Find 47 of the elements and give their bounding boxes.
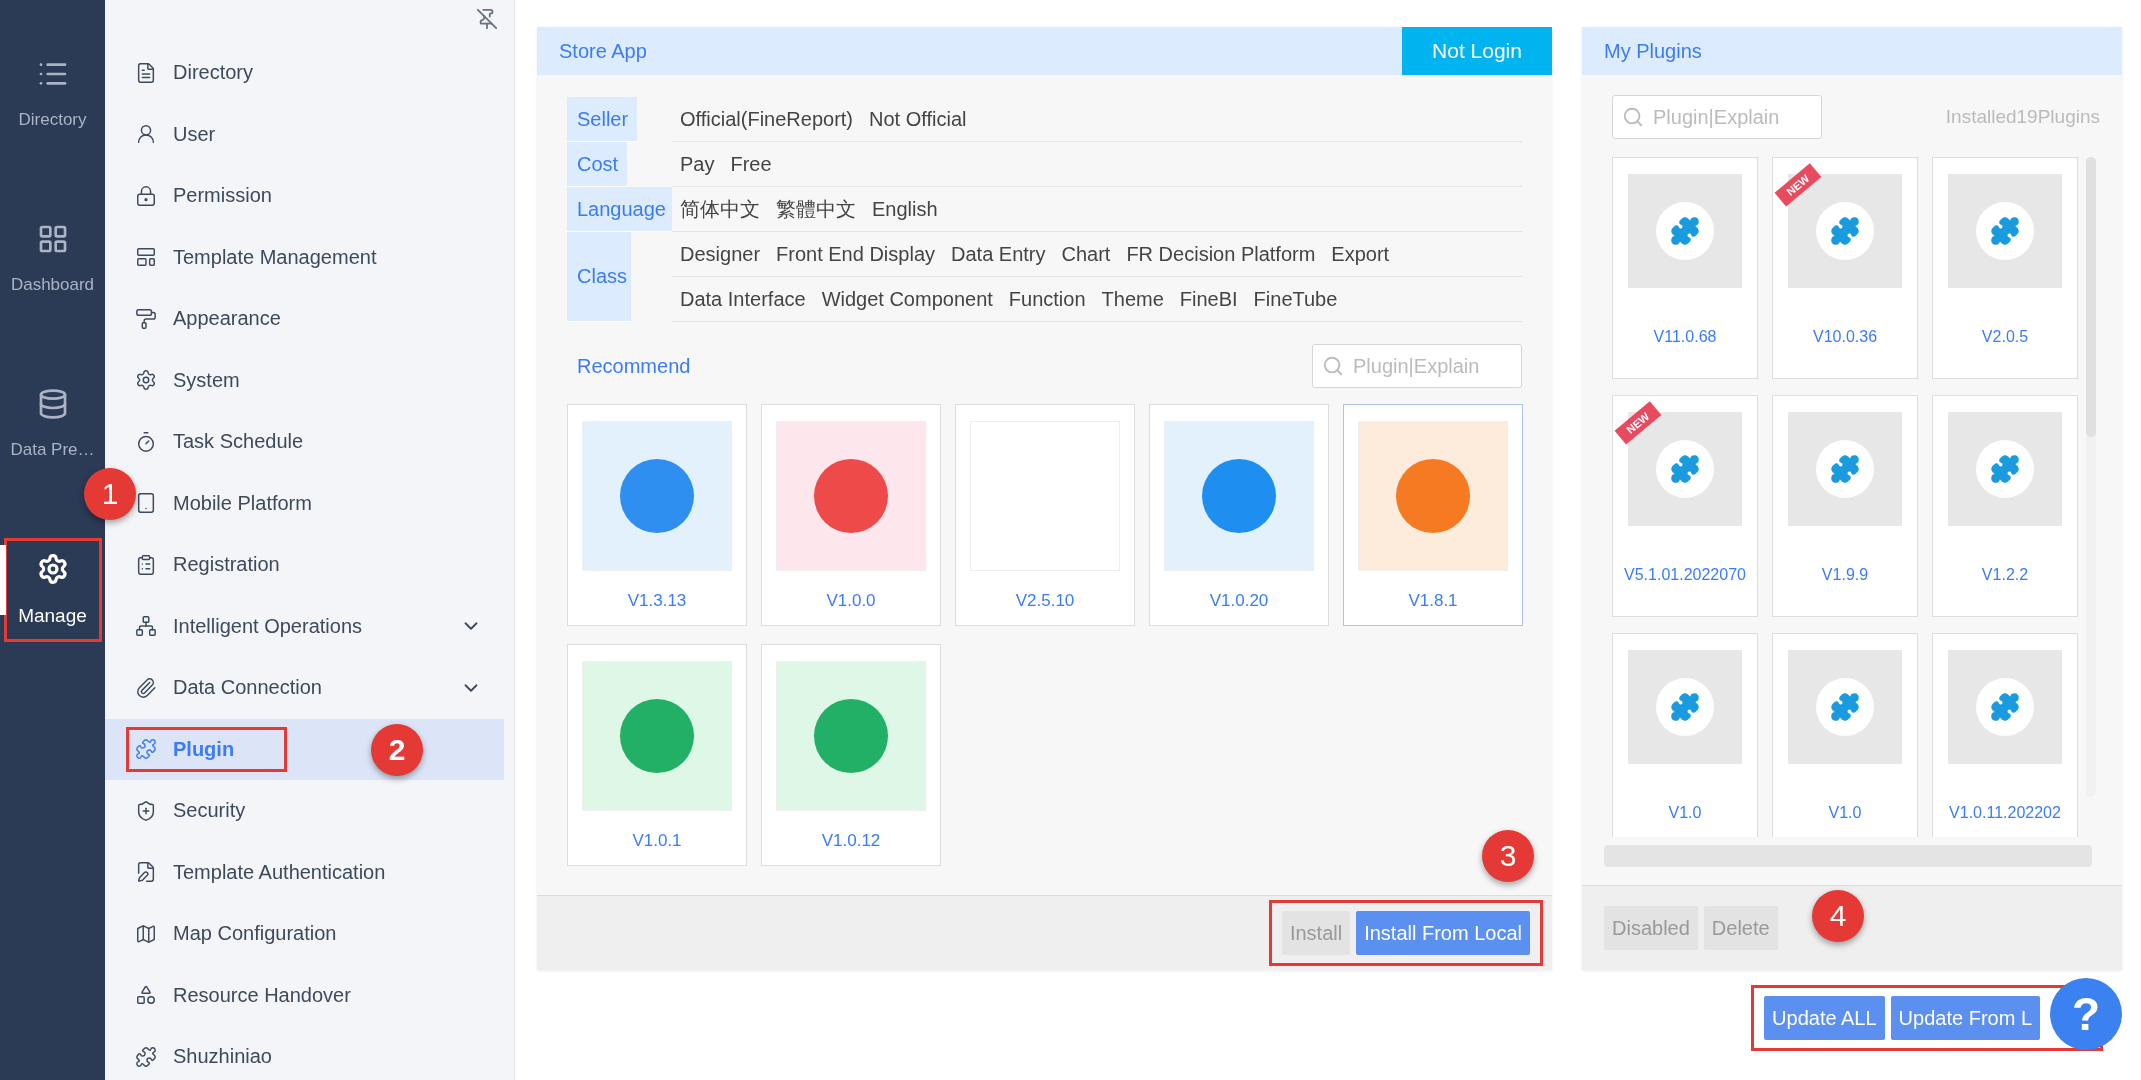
menu-label: User (173, 122, 216, 146)
plugin-version: V1.2.2 (1981, 566, 2029, 584)
plugin-version: V1.0.12 (821, 831, 881, 851)
menu-label: Mobile Platform (173, 491, 312, 515)
plugin-version: V1.0.20 (1209, 591, 1269, 611)
step-number: 4 (1812, 890, 1864, 942)
step-number: 2 (371, 723, 423, 776)
plugin-version: V1.0.1 (632, 831, 682, 851)
menu-label: Shuzhiniao (173, 1045, 272, 1069)
plugin-version: V1.0.0 (826, 591, 876, 611)
menu-label: Security (173, 799, 246, 823)
plugin-version: V1.0.11.202202 (1949, 804, 2061, 822)
menu-label: Plugin (173, 737, 235, 761)
menu-label: Appearance (173, 307, 281, 331)
plugin-version: V11.0.68 (1653, 328, 1717, 346)
menu-label: Task Schedule (173, 430, 304, 454)
plugin-version: V1.9.9 (1821, 566, 1869, 584)
plugin-version: V2.0.5 (1981, 328, 2029, 346)
plugin-version: V1.8.1 (1408, 591, 1458, 611)
menu-label: Data Connection (173, 676, 322, 700)
nav-label: Data Pre… (10, 440, 95, 460)
plugin-version: V10.0.36 (1812, 328, 1878, 346)
plugin-version: V1.3.13 (627, 591, 687, 611)
installed-count: Installed19Plugins (1945, 106, 2100, 128)
filter-label: Cost (567, 142, 627, 187)
nav-label: Directory (18, 110, 87, 130)
section-title: Recommend (576, 354, 691, 378)
menu-label: System (173, 368, 240, 392)
menu-label: Template Authentication (173, 860, 386, 884)
filter-label: Class (567, 232, 631, 322)
menu-label: Registration (173, 553, 280, 577)
panel-title: My Plugins (1603, 39, 1702, 63)
plugin-version: V1.0 (1828, 804, 1862, 822)
nav-label: Manage (18, 605, 87, 627)
menu-label: Template Management (173, 245, 377, 269)
menu-label: Map Configuration (173, 922, 337, 946)
panel-title: Store App (558, 39, 647, 63)
menu-label: Intelligent Operations (173, 614, 362, 638)
menu-label: Permission (173, 184, 272, 208)
nav-label: Dashboard (10, 275, 95, 295)
plugin-version: V2.5.10 (1015, 591, 1075, 611)
plugin-version: V5.1.01.2022070 (1624, 566, 1746, 584)
menu-label: Directory (173, 61, 253, 85)
filter-label: Language (567, 187, 672, 232)
menu-label: Resource Handover (173, 983, 351, 1007)
plugin-version: V1.0 (1668, 804, 1702, 822)
filter-label: Seller (567, 97, 637, 142)
